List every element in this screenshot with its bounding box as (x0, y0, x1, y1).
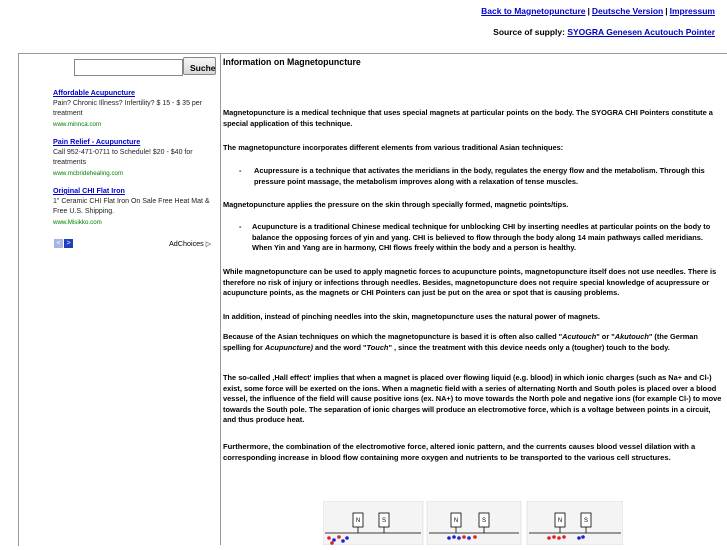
link-separator: | (665, 6, 668, 16)
term-akutouch: Akutouch (614, 332, 649, 341)
german-version-link[interactable]: Deutsche Version (592, 6, 663, 16)
ad-prev-button[interactable]: < (54, 239, 63, 248)
search-button[interactable]: Suche (183, 57, 216, 75)
diagram-panel-3: N S (526, 500, 624, 546)
ad-url[interactable]: www.minnca.com (53, 120, 216, 131)
source-of-supply: Source of supply: SYOGRA Genesen Acutouc… (493, 27, 715, 37)
term-acutouch: Acutouch (562, 332, 597, 341)
sidebar: Suche Affordable Acupuncture Pain? Chron… (18, 53, 221, 545)
supply-link[interactable]: SYOGRA Genesen Acutouch Pointer (567, 27, 715, 37)
ad-title-link[interactable]: Pain Relief - Acupuncture (53, 137, 216, 148)
hall-effect-diagram: N S N S N S (322, 500, 624, 546)
ad-text: 1" Ceramic CHI Flat Iron On Sale Free He… (53, 197, 210, 216)
bullet-text: Acupressure is a technique that activate… (254, 166, 705, 186)
back-link[interactable]: Back to Magnetopuncture (481, 6, 585, 16)
ad-item: Original CHI Flat Iron 1" Ceramic CHI Fl… (53, 186, 216, 228)
diagram-panel-2: N S (426, 500, 522, 546)
ads-block: Affordable Acupuncture Pain? Chronic Ill… (53, 88, 216, 235)
north-label: N (558, 518, 562, 524)
term-touch: Touch (366, 342, 389, 352)
search-input[interactable] (74, 59, 183, 76)
diagram-panel-1: N S (322, 500, 424, 546)
link-separator: | (587, 6, 590, 16)
ad-item: Pain Relief - Acupuncture Call 952-471-0… (53, 137, 216, 179)
paragraph-elements: The magnetopuncture incorporates differe… (223, 143, 564, 152)
ad-url[interactable]: www.Misikko.com (53, 218, 216, 229)
top-links: Back to Magnetopuncture | Deutsche Version… (481, 6, 715, 16)
imprint-link[interactable]: Impressum (670, 6, 715, 16)
adchoices-link[interactable]: AdChoices ▷ (169, 239, 211, 248)
ad-text: Call 952-471-0711 to Schedule! $20 - $40… (53, 148, 193, 167)
ad-title-link[interactable]: Original CHI Flat Iron (53, 186, 216, 197)
ad-title-link[interactable]: Affordable Acupuncture (53, 88, 216, 99)
bullet-dash: - (239, 166, 242, 175)
south-label: S (584, 518, 588, 524)
north-label: N (356, 518, 360, 524)
diagram-illustration: N S N S N S (322, 500, 624, 546)
text-fragment: " , since the treatment with this device… (388, 342, 670, 352)
paragraph-natural-power: In addition, instead of pinching needles… (223, 312, 600, 321)
bullet-dash: - (239, 222, 242, 231)
north-label: N (454, 518, 458, 524)
paragraph-pressure: Magnetopuncture applies the pressure on … (223, 200, 569, 209)
bullet-acupressure: - Acupressure is a technique that activa… (239, 166, 723, 187)
ad-navigation: < > (54, 239, 73, 257)
term-acupuncture: Acupuncture) (264, 342, 313, 352)
bullet-acupuncture: - Acupuncture is a traditional Chinese m… (239, 222, 723, 254)
ad-text: Pain? Chronic Illness? Infertility? $ 15… (53, 99, 203, 118)
text-fragment: " or " (596, 332, 615, 341)
paragraph-hall-effect: The so-called ‚Hall effect' implies that… (223, 373, 722, 424)
bullet-text: Acupuncture is a traditional Chinese med… (252, 222, 711, 252)
south-label: S (382, 518, 386, 524)
paragraph-acutouch: Because of the Asian techniques on which… (223, 332, 724, 353)
paragraph-no-needles: While magnetopuncture can be used to app… (223, 267, 717, 297)
paragraph-blood-flow: Furthermore, the combination of the elec… (223, 442, 696, 462)
ad-next-button[interactable]: > (64, 239, 73, 248)
ad-item: Affordable Acupuncture Pain? Chronic Ill… (53, 88, 216, 130)
supply-label: Source of supply: (493, 27, 565, 37)
page-title: Information on Magnetopuncture (223, 57, 361, 67)
text-fragment: Because of the Asian techniques on which… (223, 332, 563, 341)
ad-url[interactable]: www.mcbridehealing.com (53, 169, 216, 180)
paragraph-intro: Magnetopuncture is a medical technique t… (223, 108, 713, 128)
text-fragment: and the word " (312, 342, 367, 352)
south-label: S (482, 518, 486, 524)
